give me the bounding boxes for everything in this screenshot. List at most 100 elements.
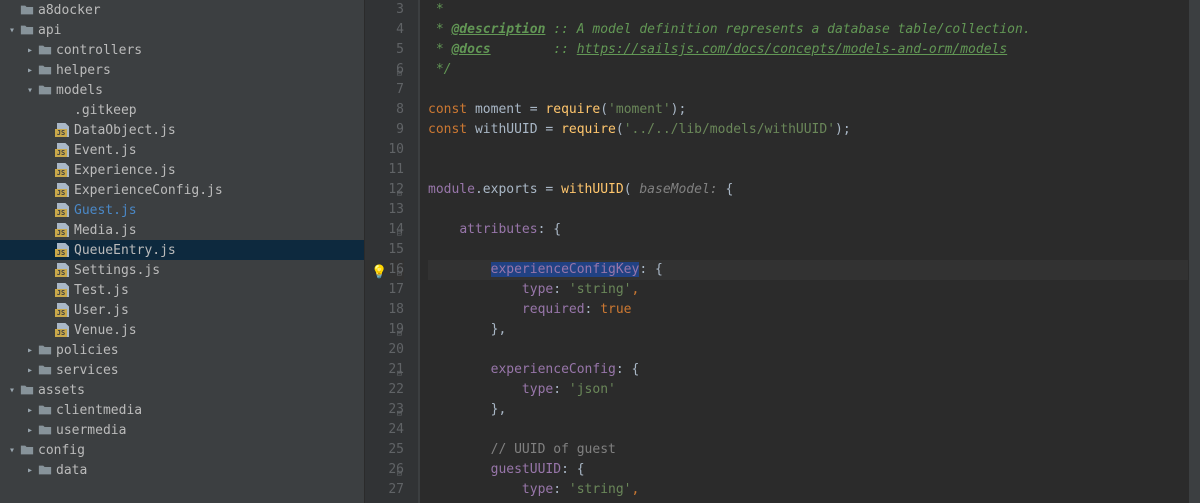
line-number[interactable]: 25 xyxy=(365,440,404,460)
line-number[interactable]: 14⊟ xyxy=(365,220,404,240)
folder-icon xyxy=(36,63,54,77)
line-number[interactable]: 15 xyxy=(365,240,404,260)
tree-item-a8docker[interactable]: ▸a8docker xyxy=(0,0,364,20)
tree-item-label: Event.js xyxy=(74,143,137,158)
tree-item-label: controllers xyxy=(56,43,142,58)
line-number[interactable]: 18 xyxy=(365,300,404,320)
tree-item-label: helpers xyxy=(56,63,111,78)
tree-item-policies[interactable]: ▸ policies xyxy=(0,340,364,360)
js-file-icon: JS xyxy=(54,123,72,137)
line-number[interactable]: 17 xyxy=(365,280,404,300)
tree-item-usermedia[interactable]: ▸usermedia xyxy=(0,420,364,440)
line-number[interactable]: 23⊟ xyxy=(365,400,404,420)
chevron-right-icon[interactable]: ▸ xyxy=(24,345,36,356)
tree-item-models[interactable]: ▾ models xyxy=(0,80,364,100)
line-number[interactable]: 27 xyxy=(365,480,404,500)
line-number[interactable]: 16⊟💡 xyxy=(365,260,404,280)
line-number[interactable]: 7 xyxy=(365,80,404,100)
line-number[interactable]: 4 xyxy=(365,20,404,40)
fold-icon[interactable]: ⊟ xyxy=(394,264,402,272)
tree-item-label: clientmedia xyxy=(56,403,142,418)
tree-item--gitkeep[interactable]: ▸.gitkeep xyxy=(0,100,364,120)
tree-item-controllers[interactable]: ▸ controllers xyxy=(0,40,364,60)
tree-item-venue-js[interactable]: ▸JSVenue.js xyxy=(0,320,364,340)
folder-icon xyxy=(36,363,54,377)
tree-item-assets[interactable]: ▾ assets xyxy=(0,380,364,400)
code-text: * xyxy=(428,2,444,17)
line-number[interactable]: 8 xyxy=(365,100,404,120)
project-tree[interactable]: ▸a8docker▾api▸controllers▸helpers▾models… xyxy=(0,0,365,503)
line-number[interactable]: 21⊟ xyxy=(365,360,404,380)
fold-icon[interactable]: ⊟ xyxy=(394,184,402,192)
line-number[interactable]: 3 xyxy=(365,0,404,20)
chevron-down-icon[interactable]: ▾ xyxy=(6,385,18,396)
js-file-icon: JS xyxy=(54,183,72,197)
chevron-right-icon[interactable]: ▸ xyxy=(24,65,36,76)
tree-item-queueentry-js[interactable]: ▸JSQueueEntry.js xyxy=(0,240,364,260)
tree-item-helpers[interactable]: ▸ helpers xyxy=(0,60,364,80)
lightbulb-icon[interactable]: 💡 xyxy=(371,263,385,277)
fold-icon[interactable]: ⊟ xyxy=(394,364,402,372)
tree-item-label: api xyxy=(38,23,61,38)
tree-item-label: Test.js xyxy=(74,283,129,298)
code-editor[interactable]: 3456⊟789101112⊟1314⊟1516⊟💡171819⊟2021⊟22… xyxy=(365,0,1200,503)
line-number[interactable]: 24 xyxy=(365,420,404,440)
chevron-right-icon[interactable]: ▸ xyxy=(24,465,36,476)
code-area[interactable]: * * @description :: A model definition r… xyxy=(419,0,1188,503)
folder-icon xyxy=(36,423,54,437)
chevron-right-icon[interactable]: ▸ xyxy=(24,425,36,436)
fold-icon[interactable]: ⊟ xyxy=(394,324,402,332)
line-number[interactable]: 10 xyxy=(365,140,404,160)
js-file-icon: JS xyxy=(54,223,72,237)
chevron-right-icon[interactable]: ▸ xyxy=(24,45,36,56)
fold-icon[interactable]: ⊟ xyxy=(394,224,402,232)
chevron-right-icon[interactable]: ▸ xyxy=(24,405,36,416)
tree-item-experience-js[interactable]: ▸JSExperience.js xyxy=(0,160,364,180)
tree-item-label: ExperienceConfig.js xyxy=(74,183,223,198)
tree-item-event-js[interactable]: ▸JSEvent.js xyxy=(0,140,364,160)
line-number[interactable]: 5 xyxy=(365,40,404,60)
tree-item-label: policies xyxy=(56,343,119,358)
tree-item-label: Media.js xyxy=(74,223,137,238)
js-file-icon: JS xyxy=(54,143,72,157)
tree-item-clientmedia[interactable]: ▸ clientmedia xyxy=(0,400,364,420)
folder-icon xyxy=(36,463,54,477)
chevron-down-icon[interactable]: ▾ xyxy=(24,85,36,96)
line-number[interactable]: 26⊟ xyxy=(365,460,404,480)
vertical-scrollbar[interactable] xyxy=(1188,0,1200,503)
tree-item-test-js[interactable]: ▸JSTest.js xyxy=(0,280,364,300)
js-file-icon: JS xyxy=(54,283,72,297)
tree-item-settings-js[interactable]: ▸JSSettings.js xyxy=(0,260,364,280)
chevron-down-icon[interactable]: ▾ xyxy=(6,445,18,456)
tree-item-label: assets xyxy=(38,383,85,398)
line-number[interactable]: 13 xyxy=(365,200,404,220)
tree-item-label: services xyxy=(56,363,119,378)
line-number[interactable]: 22 xyxy=(365,380,404,400)
line-number[interactable]: 12⊟ xyxy=(365,180,404,200)
tree-item-label: User.js xyxy=(74,303,129,318)
tree-item-user-js[interactable]: ▸JSUser.js xyxy=(0,300,364,320)
fold-icon[interactable]: ⊟ xyxy=(394,464,402,472)
chevron-down-icon[interactable]: ▾ xyxy=(6,25,18,36)
js-file-icon: JS xyxy=(54,303,72,317)
tree-item-experienceconfig-js[interactable]: ▸JSExperienceConfig.js xyxy=(0,180,364,200)
tree-item-api[interactable]: ▾ api xyxy=(0,20,364,40)
tree-item-services[interactable]: ▸ services xyxy=(0,360,364,380)
tree-item-guest-js[interactable]: ▸JSGuest.js xyxy=(0,200,364,220)
fold-icon[interactable]: ⊟ xyxy=(394,404,402,412)
tree-item-data[interactable]: ▸ data xyxy=(0,460,364,480)
line-number[interactable]: 19⊟ xyxy=(365,320,404,340)
tree-item-label: data xyxy=(56,463,87,478)
line-number[interactable]: 11 xyxy=(365,160,404,180)
tree-item-label: models xyxy=(56,83,103,98)
tree-item-media-js[interactable]: ▸JSMedia.js xyxy=(0,220,364,240)
folder-icon xyxy=(36,403,54,417)
line-number[interactable]: 20 xyxy=(365,340,404,360)
fold-icon[interactable]: ⊟ xyxy=(394,64,402,72)
tree-item-config[interactable]: ▾config xyxy=(0,440,364,460)
chevron-right-icon[interactable]: ▸ xyxy=(24,365,36,376)
line-number[interactable]: 9 xyxy=(365,120,404,140)
line-number[interactable]: 6⊟ xyxy=(365,60,404,80)
tree-item-dataobject-js[interactable]: ▸JSDataObject.js xyxy=(0,120,364,140)
tree-item-label: a8docker xyxy=(38,3,101,18)
